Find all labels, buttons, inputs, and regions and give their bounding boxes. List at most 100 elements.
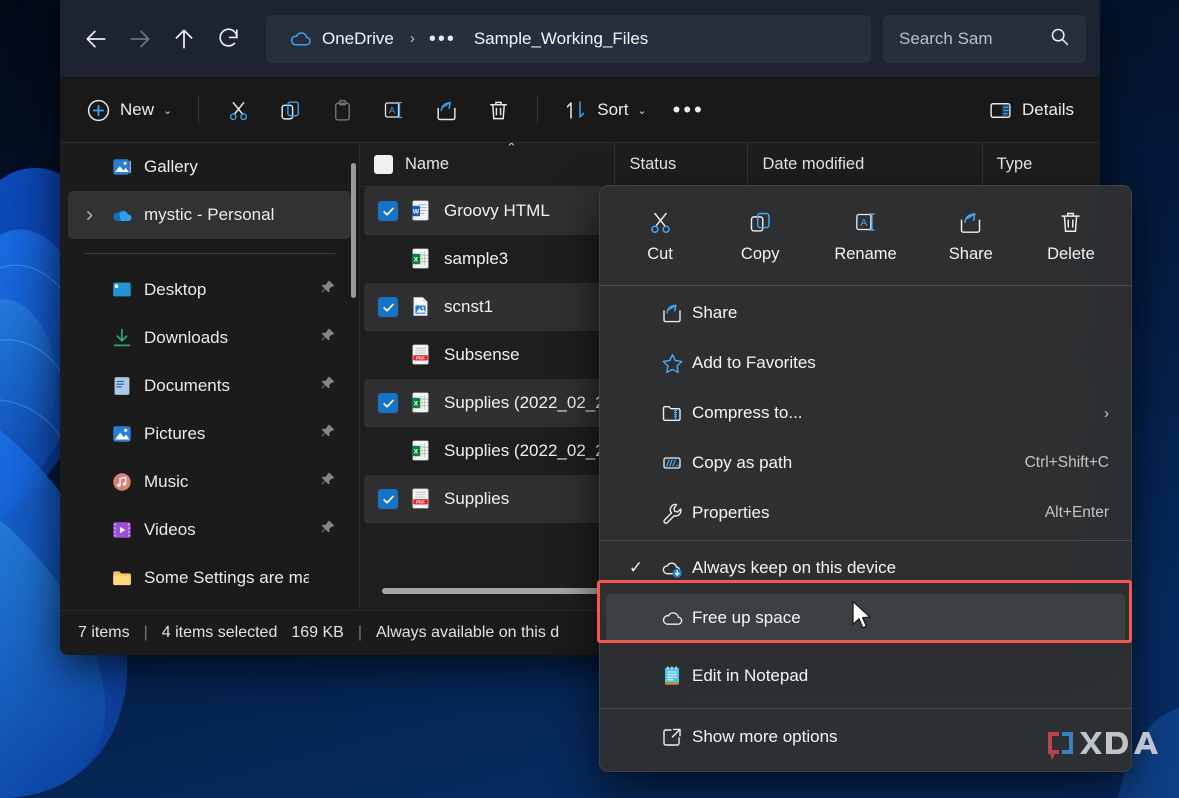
up-arrow-icon[interactable] [162, 19, 206, 59]
scissors-icon [226, 98, 251, 123]
pin-icon-documents[interactable] [319, 375, 337, 397]
copy-button[interactable] [265, 88, 315, 132]
context-item-copy-as-path[interactable]: Copy as path Ctrl+Shift+C [606, 439, 1125, 487]
context-rename-label: Rename [834, 245, 896, 264]
forward-arrow-icon[interactable] [118, 19, 162, 59]
image-file-icon [409, 295, 433, 319]
column-header-date-modified[interactable]: Date modified [748, 143, 982, 187]
share-button[interactable] [421, 88, 471, 132]
videos-icon [110, 518, 134, 542]
file-name: Subsense [444, 345, 520, 365]
breadcrumb-overflow[interactable]: ••• [423, 34, 462, 44]
sidebar-item-some-settings[interactable]: Some Settings are mana [68, 554, 351, 602]
sidebar-item-desktop[interactable]: Desktop [68, 266, 351, 314]
address-bar[interactable]: OneDrive › ••• Sample_Working_Files [266, 15, 871, 63]
row-checkbox[interactable] [378, 441, 398, 461]
sidebar-label-downloads: Downloads [144, 328, 309, 348]
sort-ascending-icon: ⌃ [506, 143, 517, 156]
status-selection-count: 4 items selected [162, 624, 278, 642]
more-options-button[interactable]: ••• [661, 88, 717, 132]
ellipsis-icon: ••• [673, 104, 705, 116]
context-label-add-to-favorites: Add to Favorites [692, 353, 1109, 373]
context-delete-button[interactable]: Delete [1031, 203, 1111, 270]
row-checkbox[interactable] [378, 393, 398, 413]
sidebar-scrollbar[interactable] [351, 163, 356, 298]
new-button[interactable]: New ⌄ [74, 88, 184, 132]
file-name: sample3 [444, 249, 508, 269]
sidebar-item-videos[interactable]: Videos [68, 506, 351, 554]
back-arrow-icon[interactable] [74, 19, 118, 59]
details-button-label: Details [1022, 100, 1074, 120]
context-item-add-to-favorites[interactable]: Add to Favorites [606, 339, 1125, 387]
cut-button[interactable] [213, 88, 263, 132]
pin-icon-downloads[interactable] [319, 327, 337, 349]
context-share-label: Share [949, 245, 993, 264]
column-label-type: Type [997, 155, 1033, 174]
xda-watermark [1044, 729, 1162, 768]
desktop-icon [110, 278, 134, 302]
breadcrumb-current-label: Sample_Working_Files [474, 29, 648, 49]
context-label-properties: Properties [692, 503, 1045, 523]
word-doc-icon: W [409, 199, 433, 223]
column-header-status[interactable]: Status [615, 143, 748, 187]
pin-icon-pictures[interactable] [319, 423, 337, 445]
svg-text:PDF: PDF [416, 499, 425, 504]
sidebar-item-documents[interactable]: Documents [68, 362, 351, 410]
context-copy-button[interactable]: Copy [720, 203, 800, 270]
folder-icon [110, 566, 134, 590]
compress-icon [652, 401, 692, 425]
command-bar: New ⌄ A [60, 78, 1100, 143]
sidebar-item-mystic-personal[interactable]: mystic - Personal [68, 191, 351, 239]
onedrive-cloud-icon [288, 26, 313, 51]
context-item-compress-to[interactable]: Compress to... › [606, 389, 1125, 437]
sidebar-item-music[interactable]: Music [68, 458, 351, 506]
sidebar-item-downloads[interactable]: Downloads [68, 314, 351, 362]
context-rename-button[interactable]: A Rename [820, 202, 910, 270]
delete-button[interactable] [473, 88, 523, 132]
context-item-always-keep-on-device[interactable]: ✓ Always keep on this device [606, 544, 1125, 592]
breadcrumb-current-folder[interactable]: Sample_Working_Files [466, 24, 656, 54]
row-checkbox[interactable] [378, 345, 398, 365]
row-checkbox[interactable] [378, 297, 398, 317]
details-pane-button[interactable]: Details [976, 88, 1086, 132]
paste-button[interactable] [317, 88, 367, 132]
column-header-name[interactable]: Name ⌃ [360, 143, 615, 187]
search-icon[interactable] [1049, 26, 1070, 52]
excel-doc-icon: X [409, 247, 433, 271]
chevron-right-icon[interactable] [78, 209, 100, 222]
context-item-share[interactable]: Share [606, 289, 1125, 337]
pin-icon-music[interactable] [319, 471, 337, 493]
pin-icon-desktop[interactable] [319, 279, 337, 301]
svg-text:PDF: PDF [416, 355, 425, 360]
row-checkbox[interactable] [378, 201, 398, 221]
rename-button[interactable]: A [369, 88, 419, 132]
context-share-button[interactable]: Share [931, 203, 1011, 270]
sidebar-item-gallery[interactable]: Gallery [68, 143, 351, 191]
row-checkbox[interactable] [378, 489, 398, 509]
search-box[interactable]: Search Sam [883, 15, 1086, 63]
context-delete-label: Delete [1047, 245, 1095, 264]
column-header-type[interactable]: Type [983, 143, 1100, 187]
file-name: scnst1 [444, 297, 493, 317]
breadcrumb-onedrive[interactable]: OneDrive [280, 21, 402, 56]
share-icon [434, 98, 459, 123]
pdf-doc-icon: PDF [409, 487, 433, 511]
context-item-properties[interactable]: Properties Alt+Enter [606, 489, 1125, 537]
share-icon [957, 209, 984, 236]
sort-button[interactable]: Sort ⌄ [552, 88, 658, 132]
select-all-checkbox[interactable] [374, 155, 393, 174]
trash-icon [486, 98, 511, 123]
context-cut-button[interactable]: Cut [620, 203, 700, 270]
status-item-count: 7 items [78, 624, 130, 642]
status-selection-size: 169 KB [291, 624, 343, 642]
row-checkbox[interactable] [378, 249, 398, 269]
refresh-icon[interactable] [206, 19, 250, 59]
context-menu-divider-2 [600, 540, 1131, 541]
pin-icon-videos[interactable] [319, 519, 337, 541]
sidebar-label-gallery: Gallery [144, 157, 309, 177]
gallery-icon [110, 155, 134, 179]
context-item-edit-in-notepad[interactable]: Edit in Notepad [606, 652, 1125, 700]
column-label-date: Date modified [762, 155, 864, 174]
wrench-icon [652, 501, 692, 525]
sidebar-item-pictures[interactable]: Pictures [68, 410, 351, 458]
